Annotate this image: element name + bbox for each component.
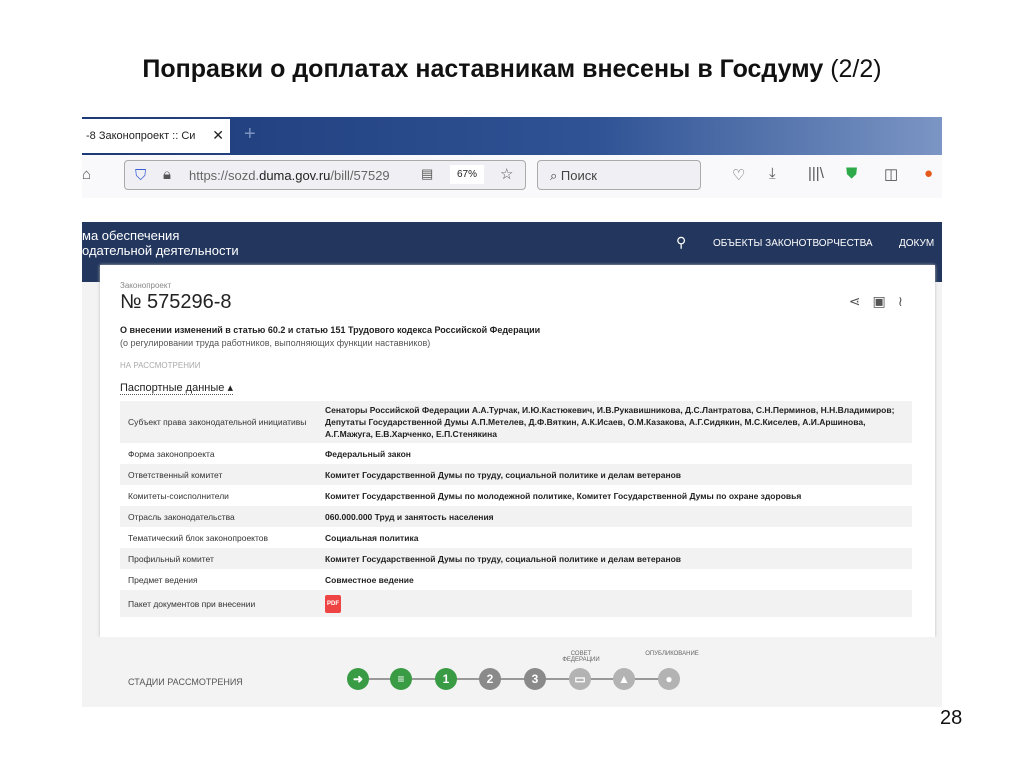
stage-preliminary[interactable]: ≡ bbox=[390, 668, 412, 690]
bill-status: НА РАССМОТРЕНИИ bbox=[120, 361, 201, 370]
stage-president[interactable]: ▲ bbox=[613, 668, 635, 690]
stage-second-reading[interactable]: 2 bbox=[479, 668, 501, 690]
stage-third-reading[interactable]: 3 bbox=[524, 668, 546, 690]
new-tab-icon[interactable]: + bbox=[244, 123, 256, 146]
nav-bar: ⌂ ⛉ 🔒︎ https://sozd.duma.gov.ru/bill/575… bbox=[82, 155, 942, 198]
sidebar-icon[interactable]: ◫ bbox=[884, 165, 898, 183]
stage-introduction[interactable]: ➜ bbox=[347, 668, 369, 690]
table-row: Пакет документов при внесении PDF bbox=[120, 590, 912, 617]
table-row: Форма законопроекта Федеральный закон bbox=[128, 448, 411, 459]
zoom-level[interactable]: 67% bbox=[450, 165, 485, 184]
pdf-icon[interactable]: PDF bbox=[325, 594, 341, 613]
bill-card: Законопроект № 575296-8 ⋖▣≀ О внесении и… bbox=[100, 265, 935, 637]
table-row: Профильный комитет Комитет Государственно… bbox=[120, 548, 912, 569]
home-icon[interactable]: ⌂ bbox=[82, 166, 91, 183]
site-name[interactable]: ма обеспечения одательной деятельности bbox=[82, 228, 239, 258]
adblock-shield-icon[interactable]: ⛊ bbox=[846, 165, 857, 182]
search-icon[interactable]: ⚲ bbox=[676, 234, 686, 251]
bill-subtitle: (о регулировании труда работников, выпол… bbox=[120, 338, 431, 348]
caption-federation-council: СОВЕТ ФЕДЕРАЦИИ bbox=[562, 651, 600, 663]
bill-title: О внесении изменений в статью 60.2 и ста… bbox=[120, 325, 541, 335]
download-icon[interactable]: ⤓ bbox=[769, 165, 776, 182]
browser-screenshot: -8 Законопроект :: Си ✕ + ⌂ ⛉ 🔒︎ https://… bbox=[82, 117, 942, 707]
passport-table: Субъект права законодательной инициативы… bbox=[120, 401, 912, 617]
library-icon[interactable]: |||\ bbox=[808, 165, 824, 182]
url-input[interactable]: ⛉ 🔒︎ https://sozd.duma.gov.ru/bill/57529… bbox=[124, 160, 526, 190]
search-icon: ⌕ bbox=[550, 168, 561, 183]
menu-objects[interactable]: ОБЪЕКТЫ ЗАКОНОТВОРЧЕСТВА bbox=[713, 238, 873, 249]
stages-label: СТАДИИ РАССМОТРЕНИЯ bbox=[128, 677, 243, 687]
shield-icon: ⛉ bbox=[135, 167, 147, 184]
table-row: Ответственный комитет Комитет Государстве… bbox=[120, 464, 912, 485]
slide-title: Поправки о доплатах наставникам внесены … bbox=[142, 55, 882, 83]
lock-icon: 🔒︎ bbox=[163, 166, 171, 183]
share-icon[interactable]: ⋖ bbox=[849, 293, 873, 309]
print-icon[interactable]: ▣ bbox=[873, 293, 898, 309]
search-input[interactable]: ⌕ Поиск bbox=[537, 160, 701, 190]
close-icon[interactable]: ✕ bbox=[212, 127, 224, 144]
table-row: Комитеты-соисполнители Комитет Государств… bbox=[128, 490, 802, 501]
table-row: Предмет ведения Совместное ведение bbox=[128, 574, 414, 585]
stages-section: СТАДИИ РАССМОТРЕНИЯ СОВЕТ ФЕДЕРАЦИИ ОПУБ… bbox=[82, 637, 942, 707]
tab-bar: -8 Законопроект :: Си ✕ + bbox=[82, 117, 942, 155]
table-row: Тематический блок законопроектов Социальн… bbox=[128, 532, 419, 543]
star-icon[interactable]: ☆ bbox=[500, 165, 513, 183]
passport-toggle[interactable]: Паспортные данные ▴ bbox=[120, 381, 233, 395]
reader-icon[interactable]: ▤ bbox=[421, 166, 433, 182]
menu-documents[interactable]: ДОКУМ bbox=[899, 238, 934, 249]
page-number: 28 bbox=[940, 707, 963, 729]
stage-publication[interactable]: ● bbox=[658, 668, 680, 690]
stage-first-reading[interactable]: 1 bbox=[435, 668, 457, 690]
duckduckgo-icon[interactable]: ● bbox=[924, 165, 933, 182]
bill-number: № 575296-8 bbox=[120, 291, 232, 313]
table-row: Отрасль законодательства 060.000.000 Труд… bbox=[120, 506, 912, 527]
bill-label: Законопроект bbox=[120, 281, 172, 290]
pocket-icon[interactable]: ♡ bbox=[732, 166, 745, 184]
caption-publication: ОПУБЛИКОВАНИЕ bbox=[645, 651, 699, 657]
rss-icon[interactable]: ≀ bbox=[898, 293, 915, 309]
browser-tab[interactable]: -8 Законопроект :: Си ✕ bbox=[82, 119, 230, 153]
table-row: Субъект права законодательной инициативы… bbox=[120, 401, 912, 443]
stage-federation-council[interactable]: ▭ bbox=[569, 668, 591, 690]
